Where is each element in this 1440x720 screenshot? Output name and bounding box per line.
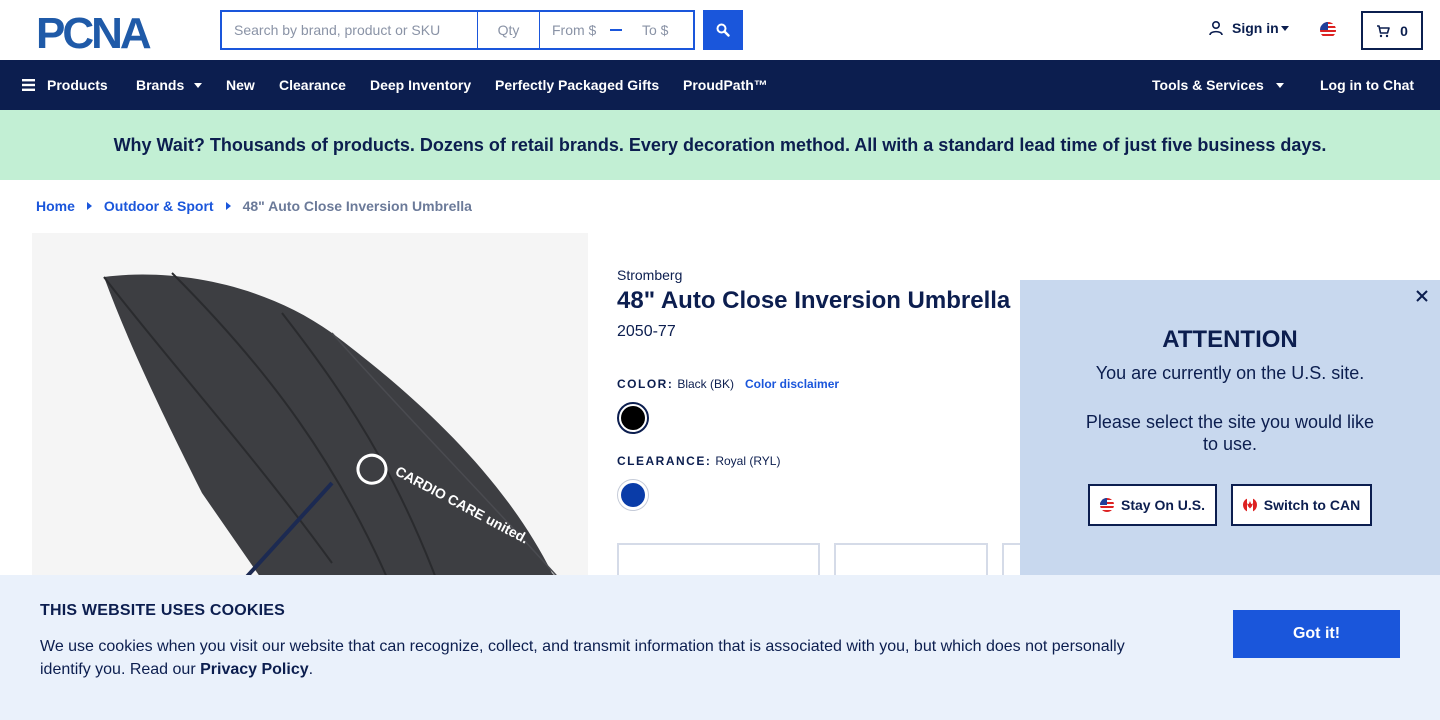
breadcrumb-separator-icon [86,202,92,210]
search-icon [716,23,730,37]
swatch-royal-fill [621,483,645,507]
popup-current-site: You are currently on the U.S. site. [1095,363,1365,383]
nav-tools-label: Tools & Services [1152,77,1264,93]
clearance-value: Royal (RYL) [715,454,781,468]
nav-tools[interactable]: Tools & Services [1152,60,1284,110]
breadcrumb-category[interactable]: Outdoor & Sport [104,198,214,214]
color-label: COLOR: [617,377,674,391]
price-to-input[interactable] [630,12,692,48]
cookie-body-end: . [308,661,314,678]
color-value: Black (BK) [677,377,735,391]
pcna-logo[interactable]: PCNA [36,12,184,50]
stay-us-label: Stay On U.S. [1120,497,1206,513]
us-flag-icon [1099,498,1114,512]
nav-products-label: Products [47,77,108,93]
promo-text: Why Wait? Thousands of products. Dozens … [113,134,1327,155]
canada-flag-icon [1242,498,1257,512]
search-bar [220,10,695,50]
breadcrumb: Home Outdoor & Sport 48" Auto Close Inve… [36,198,472,214]
clearance-label: CLEARANCE: [617,454,712,468]
nav-brands-label: Brands [136,77,185,93]
nav-chat-login[interactable]: Log in to Chat [1320,60,1414,110]
cart-icon [1377,24,1390,37]
color-row: COLOR: Black (BK) Color disclaimer [617,377,839,391]
product-brand[interactable]: Stromberg [617,267,682,283]
clearance-row: CLEARANCE: Royal (RYL) [617,454,780,468]
chevron-down-icon [1280,25,1289,31]
promo-banner: Why Wait? Thousands of products. Dozens … [0,110,1440,180]
cart-count: 0 [1400,22,1408,39]
nav-proudpath[interactable]: ProudPath™ [683,60,768,110]
nav-products[interactable]: Products [22,60,108,110]
swatch-black[interactable] [617,402,649,434]
menu-icon [22,79,35,91]
user-icon [1209,20,1223,36]
nav-new[interactable]: New [226,60,255,110]
swatch-royal[interactable] [617,479,649,511]
sign-in-label: Sign in [1232,20,1279,36]
popup-title: ATTENTION [1162,326,1298,353]
main-nav: Products Brands New Clearance Deep Inven… [0,60,1440,110]
cookie-title: THIS WEBSITE USES COOKIES [40,602,286,619]
switch-can-label: Switch to CAN [1263,497,1361,513]
cart-button[interactable]: 0 [1361,11,1423,50]
chevron-down-icon [194,82,203,88]
privacy-policy-link[interactable]: Privacy Policy [200,661,309,678]
us-flag-icon[interactable] [1320,22,1336,38]
nav-brands[interactable]: Brands [136,60,203,110]
qty-input[interactable] [478,10,540,50]
popup-select-prompt: Please select the site you would like to… [1085,412,1375,454]
breadcrumb-current: 48" Auto Close Inversion Umbrella [242,198,472,214]
switch-can-button[interactable]: Switch to CAN [1231,484,1372,526]
cookie-banner: THIS WEBSITE USES COOKIES We use cookies… [0,575,1440,720]
sign-in-button[interactable]: Sign in [1208,20,1289,36]
swatch-black-fill [621,406,645,430]
logo-text: PCNA [36,12,151,50]
product-sku: 2050-77 [617,323,676,340]
chevron-down-icon [1275,82,1284,88]
stay-us-button[interactable]: Stay On U.S. [1088,484,1217,526]
price-range [540,10,695,50]
nav-deep-inventory[interactable]: Deep Inventory [370,60,471,110]
color-disclaimer-link[interactable]: Color disclaimer [745,377,839,391]
cookie-accept-button[interactable]: Got it! [1233,610,1400,658]
search-input[interactable] [220,10,478,50]
close-icon[interactable] [1414,288,1430,304]
cookie-text: We use cookies when you visit our websit… [40,635,1140,681]
breadcrumb-separator-icon [225,202,231,210]
price-range-dash [610,29,622,31]
product-title: 48" Auto Close Inversion Umbrella [617,287,1011,314]
price-from-input[interactable] [540,12,604,48]
nav-clearance[interactable]: Clearance [279,60,346,110]
search-button[interactable] [703,10,743,50]
nav-gifts[interactable]: Perfectly Packaged Gifts [495,60,659,110]
top-header: PCNA Sign in [0,0,1440,60]
breadcrumb-home[interactable]: Home [36,198,75,214]
